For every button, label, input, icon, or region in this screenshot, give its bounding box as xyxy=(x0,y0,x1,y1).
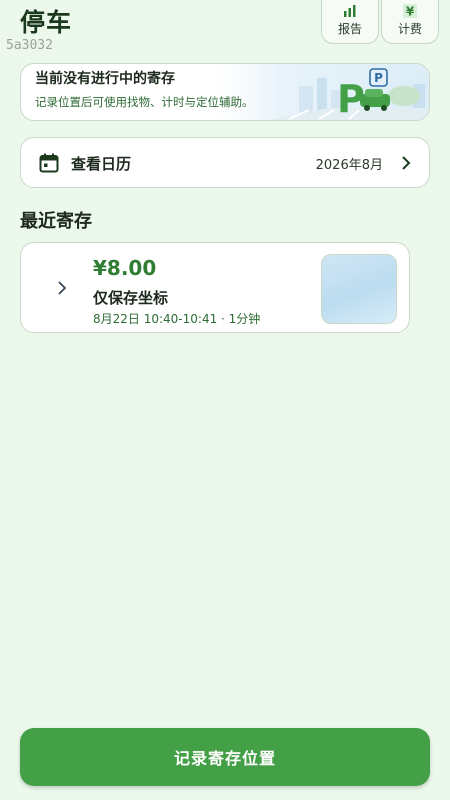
calendar-month: 2026年8月 xyxy=(315,158,383,173)
debug-id: 5a3032 xyxy=(6,38,53,53)
report-button[interactable]: 报告 xyxy=(321,0,379,44)
fee-button[interactable]: ¥ 计费 xyxy=(381,0,439,44)
recent-section-title: 最近寄存 xyxy=(20,211,92,232)
recent-record-card[interactable]: ¥8.00 仅保存坐标 8月22日 10:40-10:41 · 1分钟 xyxy=(20,242,410,333)
record-time: 8月22日 10:40-10:41 · 1分钟 xyxy=(93,312,261,326)
report-button-label: 报告 xyxy=(337,22,362,36)
page-title: 停车 xyxy=(20,8,73,37)
status-title: 当前没有进行中的寄存 xyxy=(35,71,175,87)
calendar-card[interactable]: 查看日历 2026年8月 xyxy=(20,137,430,188)
record-price: ¥8.00 xyxy=(93,256,157,280)
record-photo-thumbnail[interactable] xyxy=(321,254,397,324)
calendar-label: 查看日历 xyxy=(71,155,132,173)
yen-icon-glyph: ¥ xyxy=(406,5,415,19)
parking-status-card[interactable]: P P 当前没有进行中的寄存 记录位置后可使用找物、计时与定位辅助。 xyxy=(20,63,430,121)
parking-lot-illustration: P P xyxy=(199,64,429,120)
record-type: 仅保存坐标 xyxy=(93,289,169,307)
status-subtitle: 记录位置后可使用找物、计时与定位辅助。 xyxy=(35,95,254,109)
chevron-right-icon xyxy=(402,156,411,170)
record-location-button[interactable]: 记录寄存位置 xyxy=(20,728,430,786)
calendar-icon xyxy=(39,153,59,173)
fee-button-label: 计费 xyxy=(397,22,422,36)
bar-chart-icon xyxy=(344,5,356,17)
parking-sign-small: P xyxy=(374,71,383,85)
chevron-right-icon xyxy=(58,281,67,295)
header: 停车 5a3032 报告 ¥ 计费 xyxy=(0,0,450,60)
yen-icon: ¥ xyxy=(403,4,417,19)
